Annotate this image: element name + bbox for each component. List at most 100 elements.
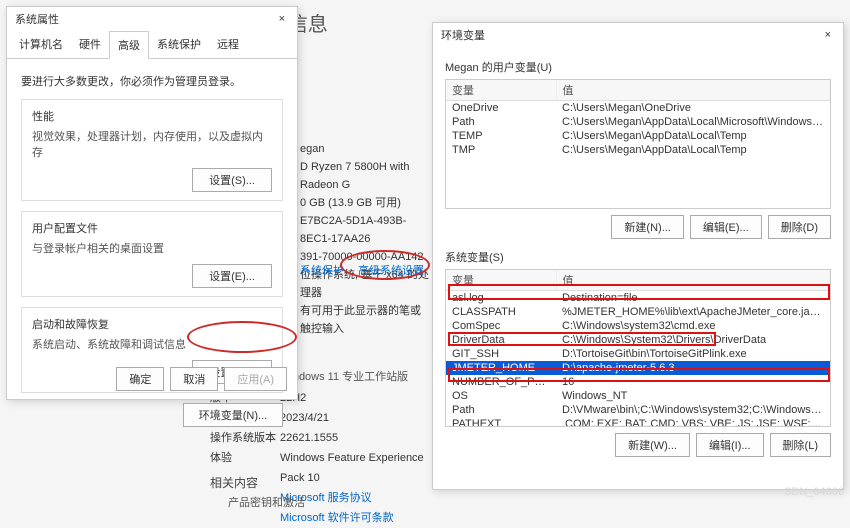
perf-title: 性能	[32, 108, 272, 124]
var-value: D:\VMware\bin\;C:\Windows\system32;C:\Wi…	[556, 403, 830, 417]
var-name: TEMP	[446, 129, 556, 143]
user-new-button[interactable]: 新建(N)...	[611, 215, 683, 239]
lbl-exp: 体验	[210, 448, 280, 468]
sysprops-title: 系统属性	[15, 11, 59, 27]
var-name: JMETER_HOME	[446, 361, 556, 375]
val-version: 22H2	[280, 388, 440, 408]
col-var[interactable]: 变量	[446, 270, 556, 291]
table-row[interactable]: asl.logDestination=file	[446, 291, 830, 306]
table-row[interactable]: ComSpecC:\Windows\system32\cmd.exe	[446, 319, 830, 333]
table-row[interactable]: NUMBER_OF_PROCESSORS16	[446, 375, 830, 389]
var-value: C:\Users\Megan\AppData\Local\Temp	[556, 129, 830, 143]
prof-desc: 与登录帐户相关的桌面设置	[32, 240, 272, 256]
var-value: C:\Windows\System32\Drivers\DriverData	[556, 333, 830, 347]
var-name: Path	[446, 403, 556, 417]
perf-desc: 视觉效果，处理器计划，内存使用，以及虚拟内存	[32, 128, 272, 160]
var-name: OneDrive	[446, 101, 556, 116]
prof-title: 用户配置文件	[32, 220, 272, 236]
table-row[interactable]: CLASSPATH%JMETER_HOME%\lib\ext\ApacheJMe…	[446, 305, 830, 319]
var-value: D:\apache-jmeter-5.6.3	[556, 361, 830, 375]
tab-system-protect[interactable]: 系统保护	[149, 31, 209, 58]
user-edit-button[interactable]: 编辑(E)...	[690, 215, 762, 239]
devid-frag: E7BC2A-5D1A-493B-8EC1-17AA26	[300, 212, 430, 248]
var-value: D:\TortoiseGit\bin\TortoiseGitPlink.exe	[556, 347, 830, 361]
tab-advanced[interactable]: 高级	[109, 31, 149, 59]
var-value: 16	[556, 375, 830, 389]
var-name: TMP	[446, 143, 556, 157]
close-icon[interactable]: ×	[821, 29, 835, 41]
table-row[interactable]: JMETER_HOMED:\apache-jmeter-5.6.3	[446, 361, 830, 375]
var-name: Path	[446, 115, 556, 129]
boot-title: 启动和故障恢复	[32, 316, 272, 332]
boot-desc: 系统启动、系统故障和调试信息	[32, 336, 272, 352]
var-value: .COM;.EXE;.BAT;.CMD;.VBS;.VBE;.JS;.JSE;.…	[556, 417, 830, 427]
system-properties-dialog: 系统属性 × 计算机名 硬件 高级 系统保护 远程 要进行大多数更改，你必须作为…	[6, 6, 298, 400]
env-vars-dialog: 环境变量 × Megan 的用户变量(U) 变量值 OneDriveC:\Use…	[432, 22, 844, 490]
var-name: DriverData	[446, 333, 556, 347]
table-row[interactable]: PathC:\Users\Megan\AppData\Local\Microso…	[446, 115, 830, 129]
ram-frag: 0 GB (13.9 GB 可用)	[300, 194, 430, 212]
table-row[interactable]: GIT_SSHD:\TortoiseGit\bin\TortoiseGitPli…	[446, 347, 830, 361]
table-row[interactable]: OneDriveC:\Users\Megan\OneDrive	[446, 101, 830, 116]
var-value: C:\Users\Megan\AppData\Local\Temp	[556, 143, 830, 157]
edition-value: Windows 11 专业工作站版	[280, 368, 408, 384]
table-row[interactable]: PATHEXT.COM;.EXE;.BAT;.CMD;.VBS;.VBE;.JS…	[446, 417, 830, 427]
sysprops-tabs: 计算机名 硬件 高级 系统保护 远程	[7, 31, 297, 59]
sys-new-button[interactable]: 新建(W)...	[615, 433, 690, 457]
var-value: Windows_NT	[556, 389, 830, 403]
env-vars-button[interactable]: 环境变量(N)...	[183, 403, 283, 427]
table-row[interactable]: TEMPC:\Users\Megan\AppData\Local\Temp	[446, 129, 830, 143]
user-frag: egan	[300, 140, 430, 158]
var-name: GIT_SSH	[446, 347, 556, 361]
val-build: 22621.1555	[280, 428, 440, 448]
close-icon[interactable]: ×	[275, 13, 289, 25]
perf-settings-button[interactable]: 设置(S)...	[192, 168, 272, 192]
user-vars-label: Megan 的用户变量(U)	[445, 59, 831, 75]
link-system-protect[interactable]: 系统保护	[300, 262, 344, 278]
val-exp: Windows Feature Experience Pack 10	[280, 448, 440, 488]
prof-settings-button[interactable]: 设置(E)...	[192, 264, 272, 288]
cpu-frag: D Ryzen 7 5800H with Radeon G	[300, 158, 430, 194]
col-val[interactable]: 值	[556, 80, 830, 101]
var-value: %JMETER_HOME%\lib\ext\ApacheJMeter_core.…	[556, 305, 830, 319]
tab-computer-name[interactable]: 计算机名	[11, 31, 71, 58]
col-var[interactable]: 变量	[446, 80, 556, 101]
sys-vars-table[interactable]: 变量值 asl.logDestination=fileCLASSPATH%JME…	[445, 269, 831, 427]
table-row[interactable]: OSWindows_NT	[446, 389, 830, 403]
sysinfo-fragment: egan D Ryzen 7 5800H with Radeon G 0 GB …	[300, 140, 430, 338]
sys-vars-label: 系统变量(S)	[445, 249, 831, 265]
table-row[interactable]: PathD:\VMware\bin\;C:\Windows\system32;C…	[446, 403, 830, 417]
sys-delete-button[interactable]: 删除(L)	[770, 433, 831, 457]
val-install: 2023/4/21	[280, 408, 440, 428]
var-name: NUMBER_OF_PROCESSORS	[446, 375, 556, 389]
admin-note: 要进行大多数更改，你必须作为管理员登录。	[21, 73, 283, 89]
link-ms-license[interactable]: Microsoft 软件许可条款	[280, 508, 440, 528]
user-delete-button[interactable]: 删除(D)	[768, 215, 831, 239]
group-performance: 性能 视觉效果，处理器计划，内存使用，以及虚拟内存 设置(S)...	[21, 99, 283, 201]
sys-edit-button[interactable]: 编辑(I)...	[696, 433, 764, 457]
tab-hardware[interactable]: 硬件	[71, 31, 109, 58]
group-user-profile: 用户配置文件 与登录帐户相关的桌面设置 设置(E)...	[21, 211, 283, 297]
var-value: C:\Users\Megan\OneDrive	[556, 101, 830, 116]
var-name: asl.log	[446, 291, 556, 306]
var-name: CLASSPATH	[446, 305, 556, 319]
related-heading: 相关内容	[210, 474, 258, 491]
ok-button[interactable]: 确定	[116, 367, 164, 391]
var-name: PATHEXT	[446, 417, 556, 427]
col-val[interactable]: 值	[556, 270, 830, 291]
table-row[interactable]: DriverDataC:\Windows\System32\Drivers\Dr…	[446, 333, 830, 347]
link-advanced-settings[interactable]: 高级系统设置	[358, 262, 424, 278]
apply-button[interactable]: 应用(A)	[224, 367, 287, 391]
user-vars-table[interactable]: 变量值 OneDriveC:\Users\Megan\OneDrivePathC…	[445, 79, 831, 209]
touch-frag: 有可用于此显示器的笔或触控输入	[300, 302, 430, 338]
tab-remote[interactable]: 远程	[209, 31, 247, 58]
var-name: OS	[446, 389, 556, 403]
table-row[interactable]: TMPC:\Users\Megan\AppData\Local\Temp	[446, 143, 830, 157]
var-value: Destination=file	[556, 291, 830, 306]
var-value: C:\Windows\system32\cmd.exe	[556, 319, 830, 333]
cancel-button[interactable]: 取消	[170, 367, 218, 391]
env-title: 环境变量	[441, 27, 485, 43]
expand-item[interactable]: 产品密钥和激活	[228, 494, 305, 510]
watermark: SDN_04606	[784, 486, 844, 498]
var-name: ComSpec	[446, 319, 556, 333]
